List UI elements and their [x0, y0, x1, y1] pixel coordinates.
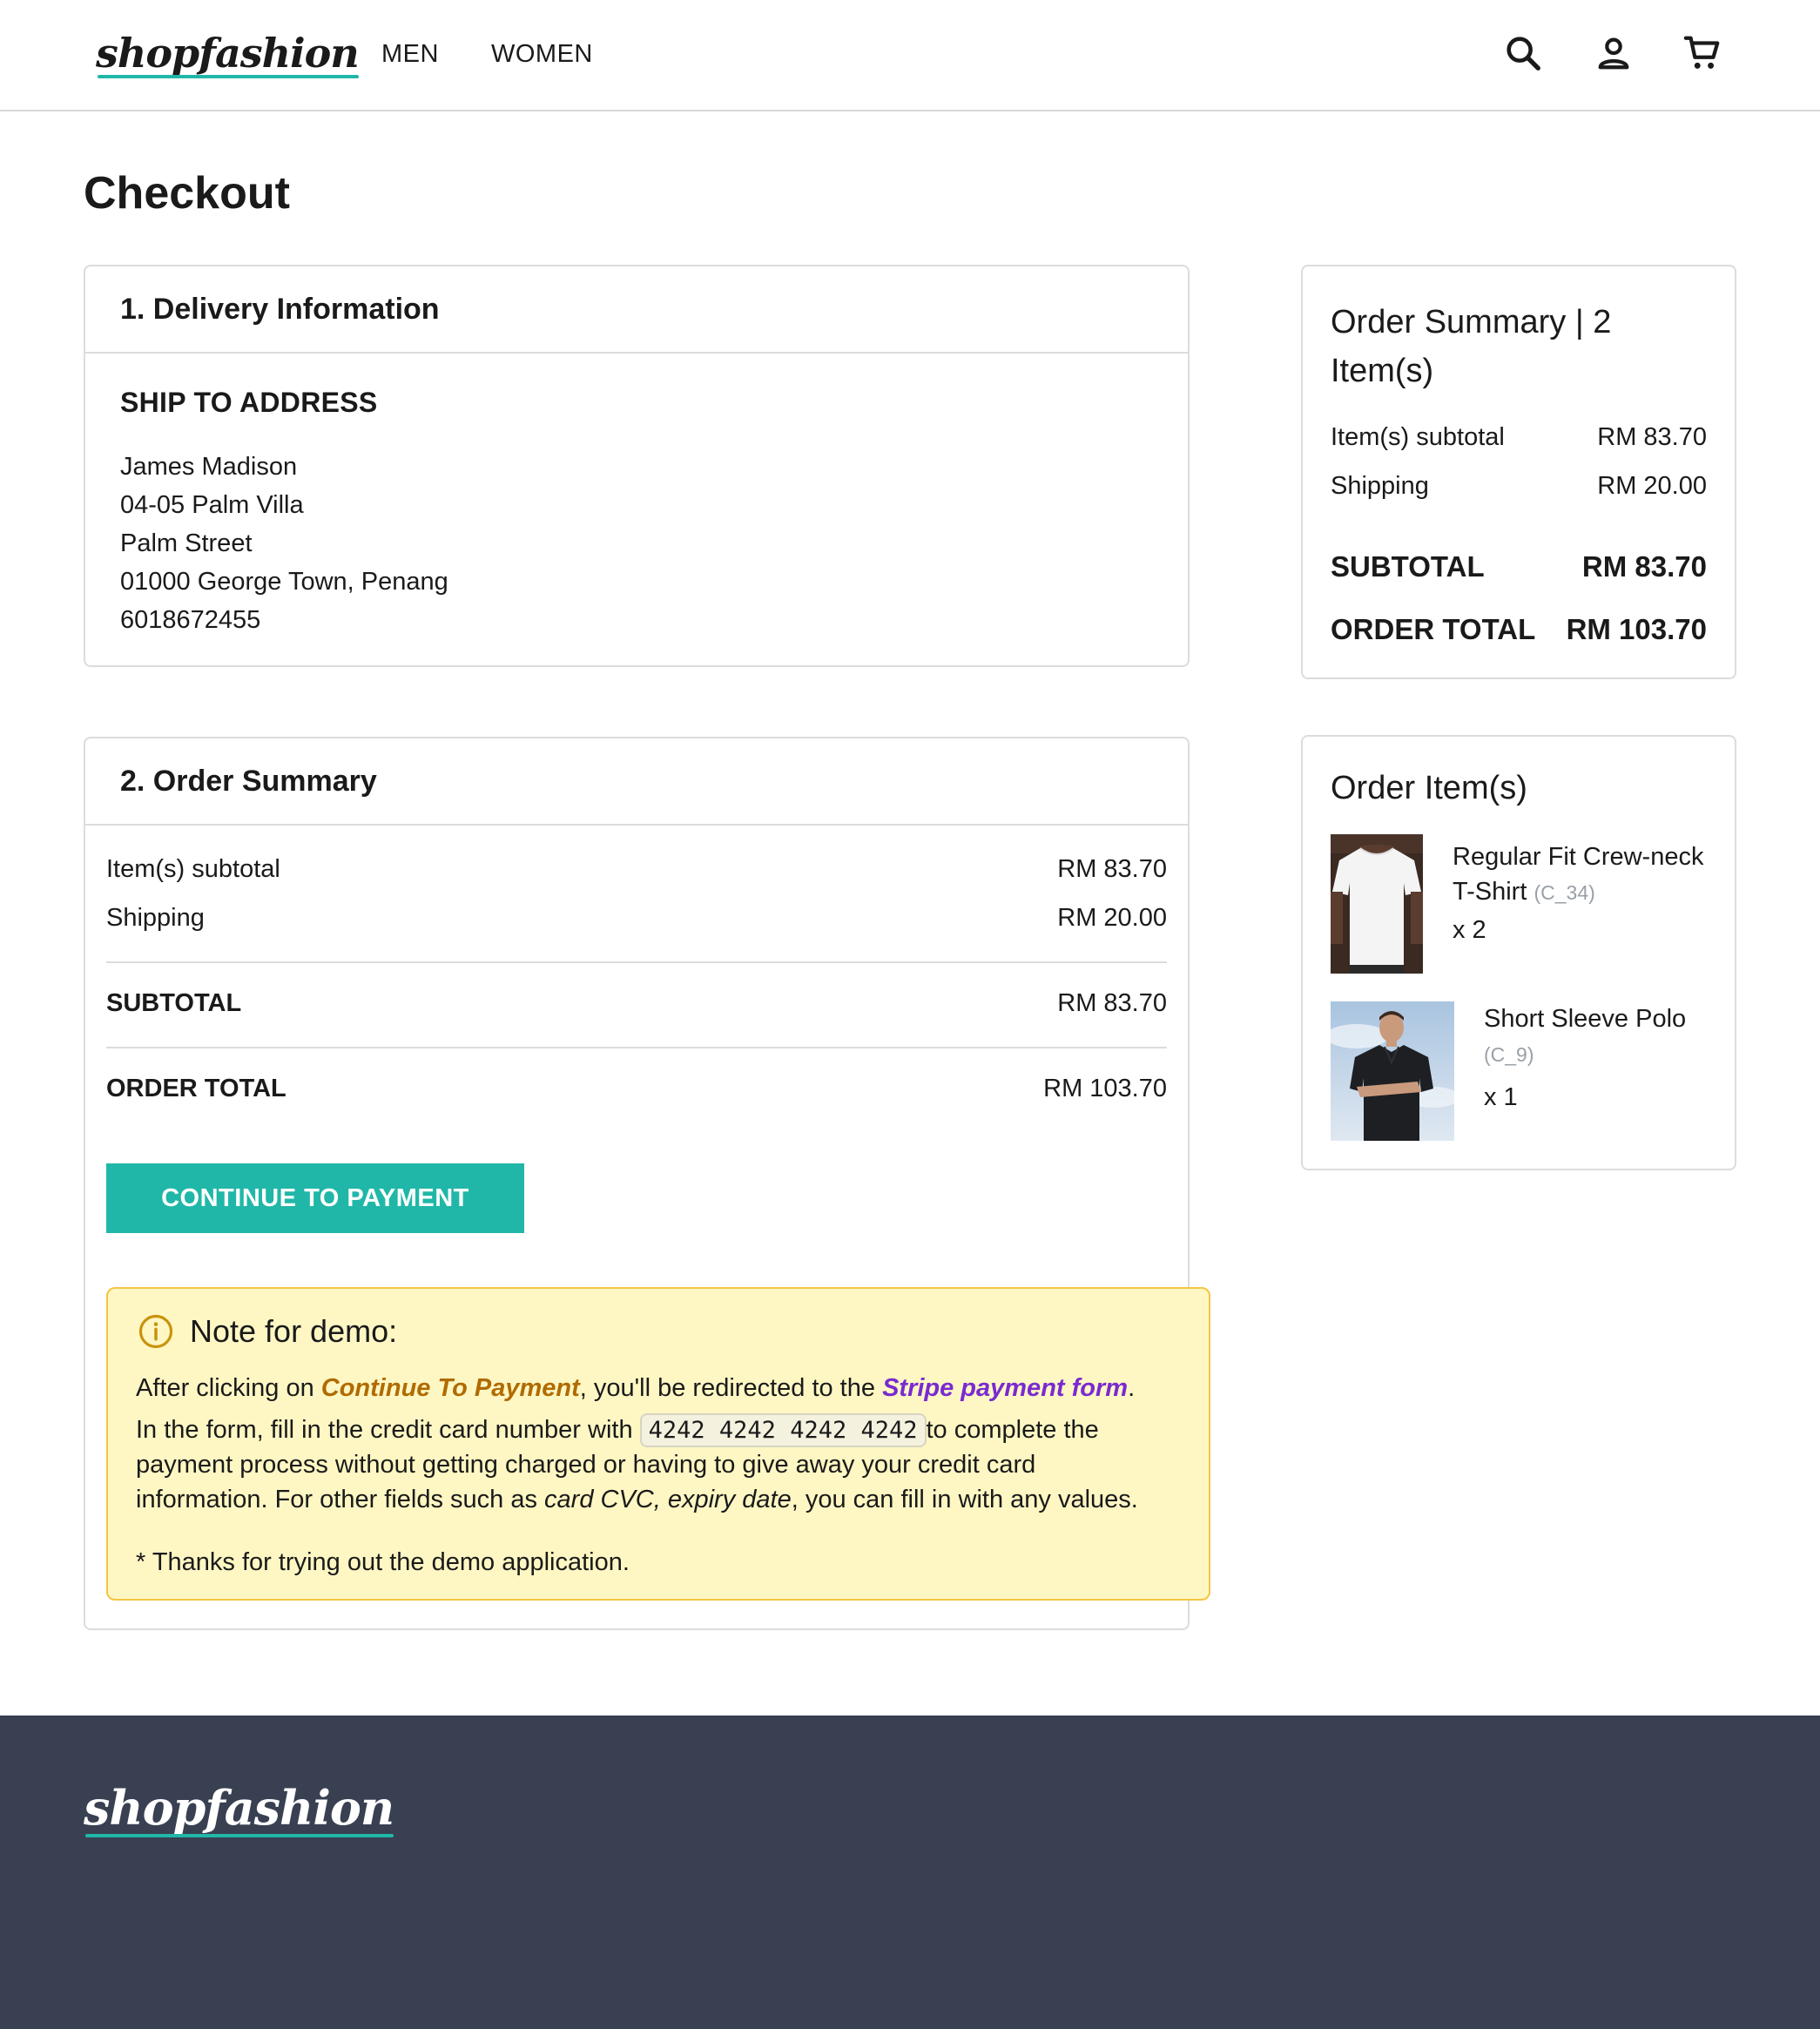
- footer-logo[interactable]: shopfashion: [84, 1780, 394, 1837]
- side-summary-title: Order Summary | 2 Item(s): [1331, 298, 1696, 395]
- order-items-card: Order Item(s) Regular Fit Crew-neck T-Sh…: [1301, 735, 1736, 1170]
- address-city: 01000 George Town, Penang: [120, 568, 448, 596]
- summary-divider-1: [106, 961, 1167, 963]
- note-continue-highlight: Continue To Payment: [320, 1374, 580, 1402]
- page-title: Checkout: [84, 168, 290, 219]
- note-p4-text-c: , you can fill in with any values.: [791, 1486, 1138, 1513]
- note-p2-text-a: In the form, fill in the credit card num…: [136, 1416, 640, 1444]
- note-p2-text-b: to complete the: [926, 1416, 1099, 1444]
- order-summary-card: 2. Order Summary Item(s) subtotal RM 83.…: [84, 737, 1210, 1630]
- test-card-number[interactable]: 4242 4242 4242 4242: [639, 1413, 927, 1447]
- nav-link-women[interactable]: WOMEN: [491, 40, 593, 69]
- side-shipping-label: Shipping: [1331, 472, 1429, 500]
- delivery-card-title: 1. Delivery Information: [120, 293, 440, 326]
- summary-divider-2: [106, 1047, 1167, 1048]
- item-1-name-line-2: T-Shirt: [1453, 878, 1527, 906]
- item-2-quantity: x 1: [1484, 1083, 1518, 1111]
- subtotal-label: SUBTOTAL: [106, 989, 242, 1017]
- item-1-name[interactable]: Regular Fit Crew-neck T-Shirt (C_34): [1453, 839, 1714, 910]
- note-p1-text-a: After clicking on: [136, 1374, 321, 1402]
- footer-logo-underline: [85, 1834, 394, 1837]
- polo-product-image[interactable]: [1331, 1001, 1454, 1141]
- item-2-name[interactable]: Short Sleeve Polo (C_9): [1484, 1001, 1710, 1072]
- note-paragraph-3: payment process without getting charged …: [136, 1451, 1035, 1480]
- address-line-2: Palm Street: [120, 529, 253, 557]
- item-1-code: (C_34): [1534, 881, 1595, 904]
- footer-logo-text: shopfashion: [84, 1780, 394, 1836]
- note-p4-italic: card CVC, expiry date: [544, 1486, 792, 1513]
- note-p1-text-e: .: [1128, 1374, 1136, 1402]
- info-icon: [138, 1314, 173, 1349]
- address-name: James Madison: [120, 453, 298, 481]
- search-icon[interactable]: [1503, 33, 1543, 73]
- note-thanks-text: * Thanks for trying out the demo applica…: [136, 1548, 630, 1576]
- shipping-value: RM 20.00: [1057, 904, 1167, 932]
- side-order-total-value: RM 103.70: [1566, 613, 1707, 645]
- note-paragraph-5: * Thanks for trying out the demo applica…: [136, 1548, 630, 1577]
- continue-to-payment-button[interactable]: CONTINUE TO PAYMENT: [106, 1163, 524, 1233]
- order-summary-card-title: 2. Order Summary: [120, 765, 377, 798]
- demo-note-box: Note for demo: After clicking on Continu…: [106, 1287, 1210, 1601]
- order-total-value: RM 103.70: [1043, 1075, 1167, 1102]
- brand-logo-text: shopfashion: [96, 30, 360, 77]
- cart-icon[interactable]: [1682, 33, 1722, 73]
- item-2-code: (C_9): [1484, 1043, 1534, 1066]
- item-2-name-line-1: Short Sleeve Polo: [1484, 1005, 1687, 1033]
- order-items-title: Order Item(s): [1331, 770, 1527, 806]
- brand-logo[interactable]: shopfashion: [96, 30, 360, 78]
- note-paragraph-1: After clicking on Continue To Payment, y…: [136, 1374, 1135, 1403]
- side-summary-title-line-1: Order Summary | 2: [1331, 304, 1612, 340]
- side-items-subtotal-value: RM 83.70: [1597, 423, 1707, 451]
- address-line-1: 04-05 Palm Villa: [120, 491, 304, 519]
- tshirt-product-image[interactable]: [1331, 834, 1423, 974]
- side-order-total-label: ORDER TOTAL: [1331, 613, 1536, 645]
- side-summary-title-line-2: Item(s): [1331, 353, 1434, 389]
- brand-logo-underline: [98, 75, 359, 78]
- side-items-subtotal-label: Item(s) subtotal: [1331, 423, 1505, 451]
- order-summary-card-header: 2. Order Summary: [85, 738, 1188, 826]
- top-nav-bar: shopfashion MEN WOMEN: [0, 0, 1820, 111]
- note-p1-text-c: , you'll be redirected to the: [579, 1374, 883, 1402]
- order-total-label: ORDER TOTAL: [106, 1075, 286, 1102]
- note-p4-text-a: information. For other fields such as: [136, 1486, 545, 1513]
- items-subtotal-label: Item(s) subtotal: [106, 855, 280, 883]
- account-icon[interactable]: [1594, 33, 1634, 73]
- side-subtotal-value: RM 83.70: [1581, 550, 1707, 583]
- delivery-info-card: 1. Delivery Information SHIP TO ADDRESS …: [84, 265, 1190, 667]
- ship-to-heading: SHIP TO ADDRESS: [120, 387, 378, 418]
- shipping-label: Shipping: [106, 904, 205, 932]
- delivery-card-header: 1. Delivery Information: [85, 266, 1188, 354]
- nav-link-men[interactable]: MEN: [381, 40, 439, 69]
- item-1-quantity: x 2: [1453, 916, 1486, 944]
- note-title: Note for demo:: [190, 1313, 398, 1349]
- items-subtotal-value: RM 83.70: [1057, 855, 1167, 883]
- note-paragraph-4: information. For other fields such as ca…: [136, 1486, 1138, 1514]
- site-footer: shopfashion: [0, 1716, 1820, 2029]
- side-order-summary-card: Order Summary | 2 Item(s) Item(s) subtot…: [1301, 265, 1736, 679]
- address-phone: 6018672455: [120, 606, 261, 634]
- note-p3-text: payment process without getting charged …: [136, 1451, 1036, 1479]
- note-paragraph-2: In the form, fill in the credit card num…: [136, 1413, 1099, 1447]
- side-shipping-value: RM 20.00: [1597, 472, 1707, 500]
- side-subtotal-label: SUBTOTAL: [1331, 550, 1485, 583]
- subtotal-value: RM 83.70: [1057, 989, 1167, 1017]
- note-stripe-highlight: Stripe payment form: [882, 1374, 1129, 1402]
- item-1-name-line-1: Regular Fit Crew-neck: [1453, 843, 1704, 871]
